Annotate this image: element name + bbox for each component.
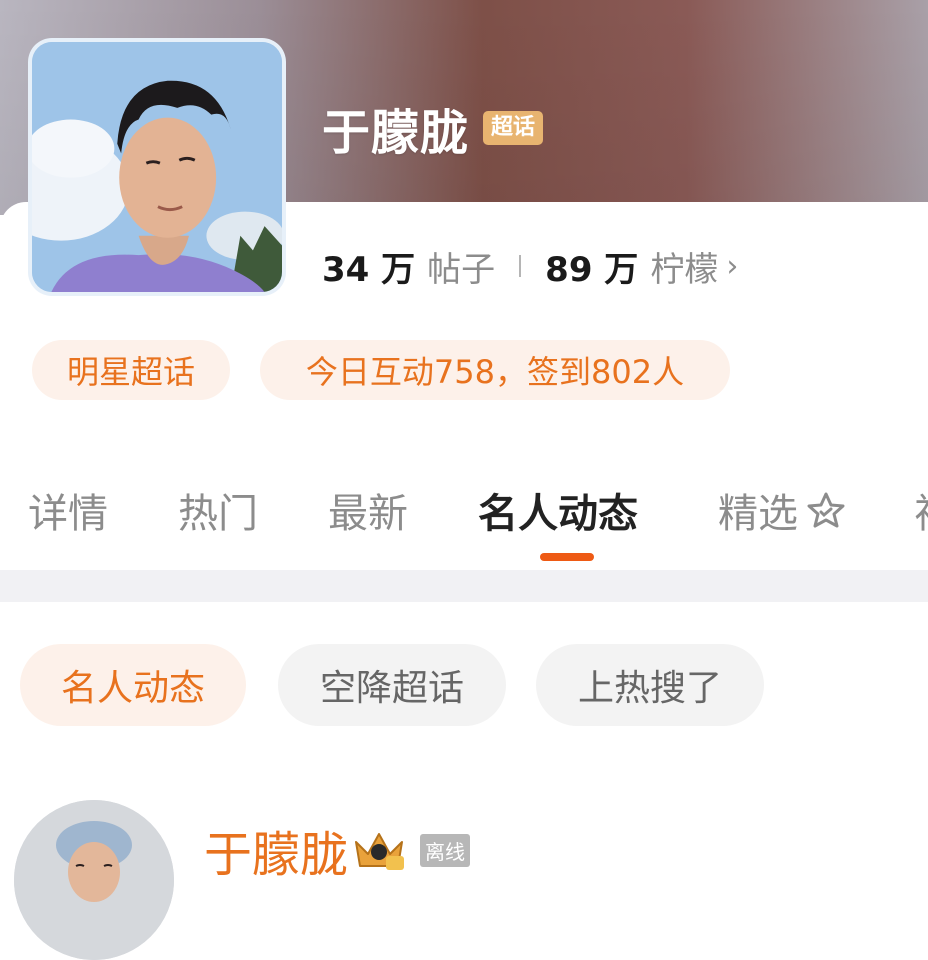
post-author-avatar[interactable] — [14, 800, 174, 960]
posts-count: 34 万 — [322, 249, 416, 290]
tab-celebrity-updates[interactable]: 名人动态 — [478, 478, 638, 542]
post-header: 于朦胧 离线 — [204, 820, 471, 883]
tab-latest[interactable]: 最新 — [328, 478, 408, 542]
tab-video[interactable]: 视 — [914, 478, 928, 542]
lemons-label: 柠檬 — [650, 249, 719, 290]
lemons-count: 89 万 — [545, 249, 639, 290]
tab-featured[interactable]: 精选 — [718, 478, 848, 542]
section-divider — [0, 570, 928, 602]
category-tag[interactable]: 明星超话 — [32, 340, 230, 400]
post-author-name[interactable]: 于朦胧 — [204, 815, 348, 885]
tab-details[interactable]: 详情 — [28, 478, 108, 542]
topic-stats[interactable]: 34 万 帖子 89 万 柠檬 › — [322, 240, 738, 292]
filter-celebrity-updates[interactable]: 名人动态 — [20, 644, 246, 726]
sparkle-star-icon — [807, 492, 845, 528]
post-avatar-photo — [14, 800, 174, 960]
stats-divider — [519, 255, 522, 277]
topic-title: 于朦胧 超话 — [322, 98, 544, 161]
super-topic-badge: 超话 — [483, 111, 544, 145]
tab-featured-label: 精选 — [718, 491, 798, 537]
activity-tag[interactable]: 今日互动758，签到802人 — [260, 340, 730, 400]
topic-name: 于朦胧 — [322, 105, 470, 161]
status-badge: 离线 — [420, 833, 471, 867]
active-tab-indicator — [540, 553, 594, 561]
tab-bar: 详情 热门 最新 名人动态 精选 视 — [0, 478, 928, 542]
avatar-photo — [32, 42, 282, 292]
posts-label: 帖子 — [427, 249, 496, 290]
chevron-right-icon: › — [726, 248, 739, 284]
topic-avatar[interactable] — [28, 38, 286, 296]
crown-icon — [355, 833, 405, 870]
filter-airdrop-topic[interactable]: 空降超话 — [278, 644, 506, 726]
filter-trending[interactable]: 上热搜了 — [536, 644, 764, 726]
tab-hot[interactable]: 热门 — [178, 478, 258, 542]
